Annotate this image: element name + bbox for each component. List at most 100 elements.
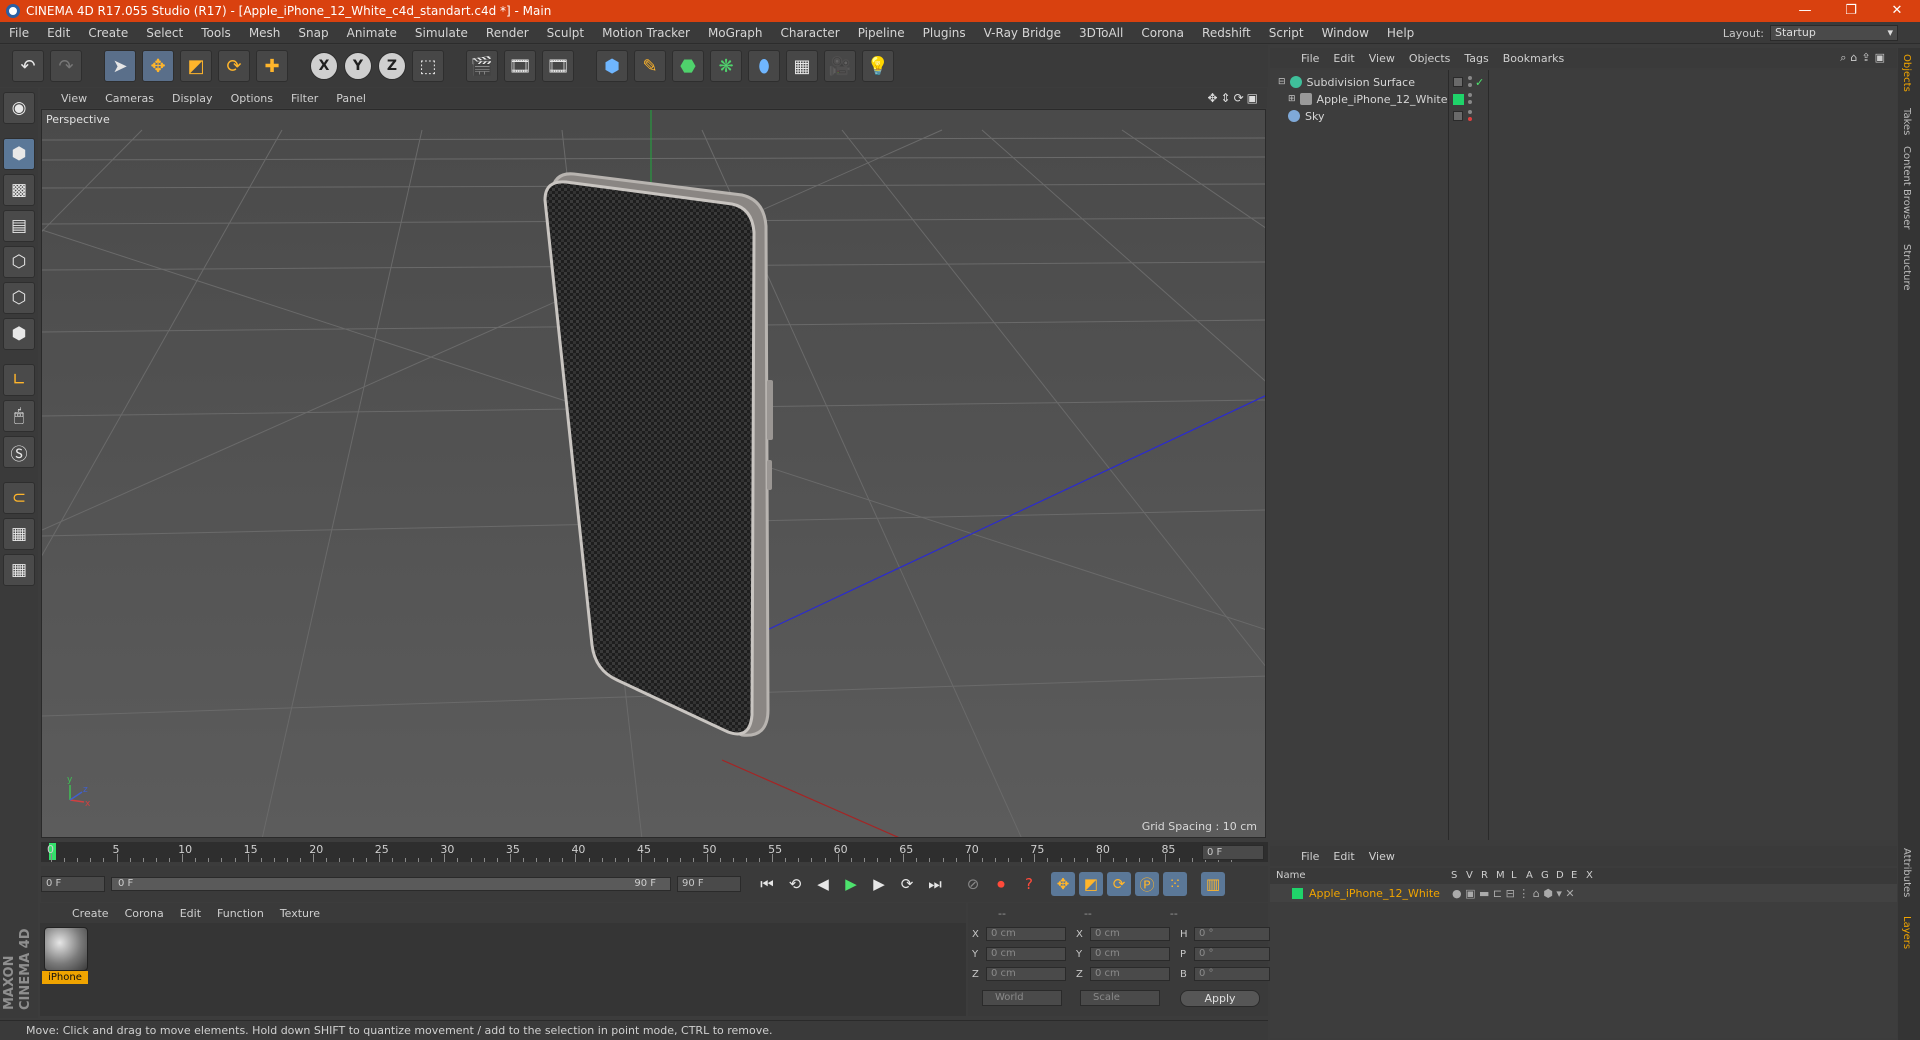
viewport-nav-icons[interactable]: ✥⇕⟳▣ bbox=[1207, 91, 1261, 105]
layer-color-swatch[interactable] bbox=[1292, 887, 1303, 899]
y-axis-lock-button[interactable]: Y bbox=[344, 52, 372, 80]
add-floor-button[interactable]: ▦ bbox=[786, 50, 818, 82]
menu-corona[interactable]: Corona bbox=[1132, 26, 1193, 40]
move-tool-button[interactable]: ✥ bbox=[142, 50, 174, 82]
timeline-ruler[interactable]: 051015202530354045505560657075808590 bbox=[41, 842, 1268, 862]
scale-tool-button[interactable]: ◩ bbox=[180, 50, 212, 82]
recent-tool-button[interactable]: ✚ bbox=[256, 50, 288, 82]
menu-tools[interactable]: Tools bbox=[192, 26, 240, 40]
render-visibility-dot[interactable] bbox=[1468, 83, 1472, 87]
points-mode-button[interactable]: ⬡ bbox=[3, 246, 35, 278]
collapse-icon[interactable]: ⊟ bbox=[1278, 77, 1286, 87]
lock-workplane-button[interactable]: ▦ bbox=[3, 518, 35, 550]
object-name[interactable]: Sky bbox=[1305, 110, 1324, 123]
menu-character[interactable]: Character bbox=[771, 26, 848, 40]
add-spline-button[interactable]: ✎ bbox=[634, 50, 666, 82]
material-menu-edit[interactable]: Edit bbox=[172, 907, 209, 920]
rotation-p-field[interactable]: 0 ° bbox=[1194, 947, 1270, 961]
render-picture-viewer-button[interactable]: 🎞 bbox=[504, 50, 536, 82]
menu-edit[interactable]: Edit bbox=[38, 26, 79, 40]
menu-snap[interactable]: Snap bbox=[289, 26, 337, 40]
menu-animate[interactable]: Animate bbox=[338, 26, 406, 40]
menu-mesh[interactable]: Mesh bbox=[240, 26, 290, 40]
add-subdivision-button[interactable]: ⬣ bbox=[672, 50, 704, 82]
menu-3dtoall[interactable]: 3DToAll bbox=[1070, 26, 1132, 40]
coordinate-system-button[interactable]: ⬚ bbox=[412, 50, 444, 82]
add-camera-button[interactable]: 🎥 bbox=[824, 50, 856, 82]
edges-mode-button[interactable]: ⬡ bbox=[3, 282, 35, 314]
key-scale-button[interactable]: ◩ bbox=[1079, 872, 1103, 896]
make-editable-button[interactable]: ◉ bbox=[3, 92, 35, 124]
previous-frame-button[interactable]: ◀ bbox=[811, 872, 835, 896]
end-frame-field[interactable]: 90 F bbox=[677, 876, 741, 892]
viewport-menu-view[interactable]: View bbox=[52, 92, 96, 105]
menu-sculpt[interactable]: Sculpt bbox=[538, 26, 593, 40]
previous-key-button[interactable]: ⟲ bbox=[783, 872, 807, 896]
add-light-button[interactable]: 💡 bbox=[862, 50, 894, 82]
menu-script[interactable]: Script bbox=[1260, 26, 1313, 40]
object-row-subdivision[interactable]: ⊟ Subdivision Surface ✓ bbox=[1270, 73, 1897, 91]
play-button[interactable]: ▶ bbox=[839, 872, 863, 896]
render-visibility-dot[interactable] bbox=[1468, 117, 1472, 121]
record-active-button[interactable]: ⊘ bbox=[961, 872, 985, 896]
viewport-menu-cameras[interactable]: Cameras bbox=[96, 92, 163, 105]
object-row-sky[interactable]: Sky bbox=[1270, 107, 1897, 125]
menu-window[interactable]: Window bbox=[1313, 26, 1378, 40]
layout-dropdown[interactable]: Startup bbox=[1770, 25, 1898, 41]
lm-menu-view[interactable]: View bbox=[1362, 850, 1402, 863]
coordinate-space-select[interactable]: World bbox=[982, 990, 1062, 1006]
perspective-viewport[interactable]: y x z Perspective Grid Spacing : 10 cm bbox=[41, 109, 1266, 838]
next-frame-button[interactable]: ▶ bbox=[867, 872, 891, 896]
menu-file[interactable]: File bbox=[0, 26, 38, 40]
redo-button[interactable]: ↷ bbox=[50, 50, 82, 82]
object-name[interactable]: Apple_iPhone_12_White bbox=[1317, 93, 1448, 106]
undo-button[interactable]: ↶ bbox=[12, 50, 44, 82]
model-mode-button[interactable]: ⬢ bbox=[3, 138, 35, 170]
size-y-field[interactable]: 0 cm bbox=[1090, 947, 1170, 961]
polygons-mode-button[interactable]: ⬢ bbox=[3, 318, 35, 350]
om-menu-bookmarks[interactable]: Bookmarks bbox=[1496, 52, 1571, 65]
restore-icon[interactable]: ❐ bbox=[1828, 0, 1874, 22]
om-search-home-icons[interactable]: ⌕⌂⇪▣ bbox=[1840, 51, 1889, 65]
snap-button[interactable]: ⊂ bbox=[3, 482, 35, 514]
key-position-button[interactable]: ✥ bbox=[1051, 872, 1075, 896]
material-name[interactable]: iPhone bbox=[42, 971, 88, 984]
rotate-tool-button[interactable]: ⟳ bbox=[218, 50, 250, 82]
viewport-menu-filter[interactable]: Filter bbox=[282, 92, 327, 105]
lm-menu-edit[interactable]: Edit bbox=[1326, 850, 1361, 863]
material-menu-function[interactable]: Function bbox=[209, 907, 272, 920]
menu-simulate[interactable]: Simulate bbox=[406, 26, 477, 40]
next-key-button[interactable]: ⟳ bbox=[895, 872, 919, 896]
layer-row[interactable]: Apple_iPhone_12_White ● ▣ ▬ ⊏ ⊟ ⋮ ⌂ ⬢ ▾ … bbox=[1270, 884, 1897, 902]
object-row-iphone[interactable]: ⊞ Apple_iPhone_12_White bbox=[1270, 90, 1897, 108]
om-menu-tags[interactable]: Tags bbox=[1457, 52, 1495, 65]
menu-render[interactable]: Render bbox=[477, 26, 538, 40]
material-swatch[interactable] bbox=[44, 927, 88, 971]
object-edit-tag[interactable] bbox=[1453, 77, 1463, 87]
solo-mode-button[interactable]: Ⓢ bbox=[3, 436, 35, 468]
menu-select[interactable]: Select bbox=[137, 26, 192, 40]
rotation-h-field[interactable]: 0 ° bbox=[1194, 927, 1270, 941]
layer-name[interactable]: Apple_iPhone_12_White bbox=[1309, 887, 1440, 900]
start-frame-field[interactable]: 0 F bbox=[41, 876, 105, 892]
menu-create[interactable]: Create bbox=[79, 26, 137, 40]
render-settings-button[interactable]: 🎞 bbox=[542, 50, 574, 82]
tab-content-browser[interactable]: Content Browser bbox=[1901, 146, 1912, 229]
key-rotation-button[interactable]: ⟳ bbox=[1107, 872, 1131, 896]
go-to-start-button[interactable]: ⏮ bbox=[755, 872, 779, 896]
tab-attributes[interactable]: Attributes bbox=[1901, 848, 1912, 897]
material-menu-create[interactable]: Create bbox=[64, 907, 117, 920]
render-visibility-dot[interactable] bbox=[1468, 100, 1472, 104]
planar-workplane-button[interactable]: ▦ bbox=[3, 554, 35, 586]
key-parameter-button[interactable]: Ⓟ bbox=[1135, 872, 1159, 896]
z-axis-lock-button[interactable]: Z bbox=[378, 52, 406, 80]
current-frame-field[interactable]: 0 F bbox=[1202, 845, 1264, 860]
viewport-menu-display[interactable]: Display bbox=[163, 92, 222, 105]
viewport-menu-panel[interactable]: Panel bbox=[327, 92, 375, 105]
material-menu-corona[interactable]: Corona bbox=[117, 907, 172, 920]
minimize-icon[interactable]: — bbox=[1782, 0, 1828, 22]
layer-color-tag[interactable] bbox=[1453, 94, 1464, 105]
size-mode-select[interactable]: Scale bbox=[1080, 990, 1160, 1006]
tab-objects[interactable]: Objects bbox=[1901, 54, 1912, 92]
enabled-check-icon[interactable]: ✓ bbox=[1475, 76, 1484, 89]
